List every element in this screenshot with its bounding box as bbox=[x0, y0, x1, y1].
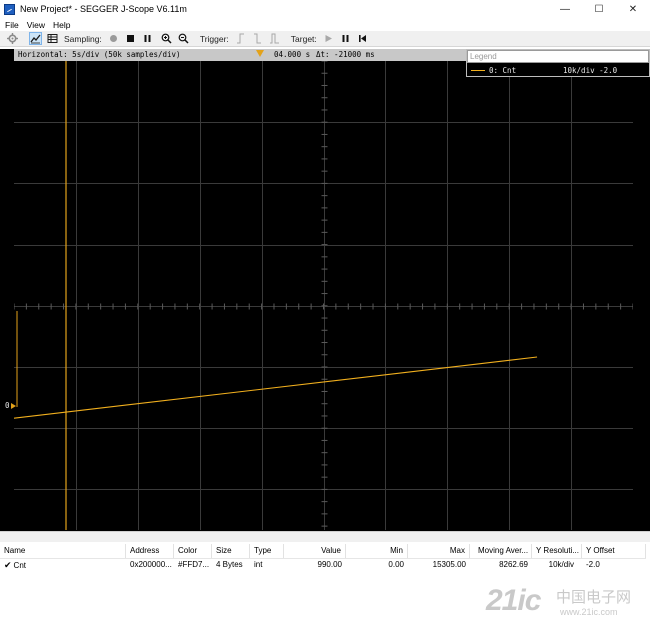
title-bar: New Project* - SEGGER J-Scope V6.11m — ☐… bbox=[0, 0, 650, 18]
target-run-icon[interactable] bbox=[322, 32, 335, 45]
header-address[interactable]: Address bbox=[126, 544, 174, 558]
legend-channel-name: 0: Cnt bbox=[489, 66, 517, 75]
channel-cnt-trace bbox=[14, 356, 538, 419]
row-name: Cnt bbox=[13, 561, 26, 570]
window-title: New Project* - SEGGER J-Scope V6.11m bbox=[20, 4, 187, 14]
table-header: Name Address Color Size Type Value Min M… bbox=[0, 544, 646, 558]
scope-grid bbox=[14, 61, 633, 530]
header-value[interactable]: Value bbox=[284, 544, 346, 558]
row-min: 0.00 bbox=[388, 560, 404, 569]
header-moving-average[interactable]: Moving Aver... bbox=[474, 544, 532, 558]
header-y-resolution[interactable]: Y Resoluti... bbox=[532, 544, 582, 558]
app-icon bbox=[4, 3, 15, 15]
watermark-logo: 21ic 中国电子网 www.21ic.com bbox=[486, 582, 646, 622]
row-type: int bbox=[254, 560, 263, 569]
cursor-time-label: 04.000 s bbox=[274, 50, 311, 59]
scope-header: Horizontal: 5s/div (50k samples/div) 04.… bbox=[14, 49, 466, 61]
row-y-offset[interactable]: -2.0 bbox=[582, 558, 646, 572]
settings-gear-icon[interactable] bbox=[6, 32, 19, 45]
menu-help[interactable]: Help bbox=[53, 20, 70, 30]
legend-panel: Legend 0: Cnt 10k/div -2.0 bbox=[466, 49, 650, 77]
y-zero-label: 0 bbox=[5, 401, 10, 410]
legend-filter-input[interactable]: Legend bbox=[467, 50, 649, 63]
horizontal-scale-label: Horizontal: 5s/div (50k samples/div) bbox=[18, 50, 181, 59]
trigger-position-marker-icon[interactable] bbox=[256, 50, 264, 57]
target-reset-icon[interactable] bbox=[356, 32, 369, 45]
minimize-button[interactable]: — bbox=[548, 0, 582, 18]
header-max[interactable]: Max bbox=[408, 544, 470, 558]
watermark-brand: 21ic bbox=[486, 584, 541, 617]
header-name[interactable]: Name bbox=[0, 544, 126, 558]
legend-channel-resolution: 10k/div -2.0 bbox=[563, 66, 618, 75]
watermark-url: www.21ic.com bbox=[560, 607, 618, 617]
target-pause-icon[interactable] bbox=[339, 32, 352, 45]
trigger-label: Trigger: bbox=[199, 33, 229, 44]
panel-splitter[interactable] bbox=[0, 531, 650, 542]
legend-color-swatch bbox=[471, 70, 485, 71]
row-max: 15305.00 bbox=[432, 560, 466, 569]
pause-sampling-icon[interactable] bbox=[141, 32, 154, 45]
y-axis-marker-layer bbox=[11, 311, 18, 409]
header-color[interactable]: Color bbox=[174, 544, 212, 558]
line-chart-view-icon[interactable] bbox=[29, 32, 42, 45]
header-size[interactable]: Size bbox=[212, 544, 250, 558]
maximize-button[interactable]: ☐ bbox=[582, 0, 616, 18]
row-size: 4 Bytes bbox=[216, 560, 243, 569]
scope-center-ticks bbox=[14, 60, 633, 527]
menu-file[interactable]: File bbox=[5, 20, 19, 30]
table-view-icon[interactable] bbox=[46, 32, 59, 45]
zoom-in-icon[interactable] bbox=[160, 32, 173, 45]
channel-enabled-check-icon[interactable]: ✔ bbox=[4, 560, 12, 570]
header-min[interactable]: Min bbox=[346, 544, 408, 558]
row-y-resolution[interactable]: 10k/div bbox=[532, 558, 578, 572]
legend-row-cnt[interactable]: 0: Cnt 10k/div -2.0 bbox=[467, 65, 649, 77]
header-type[interactable]: Type bbox=[250, 544, 284, 558]
stop-icon[interactable] bbox=[124, 32, 137, 45]
row-address: 0x200000... bbox=[130, 560, 172, 569]
sampling-label: Sampling: bbox=[64, 33, 102, 44]
toolbar: Sampling: Trigger: Target: bbox=[0, 31, 650, 47]
close-button[interactable]: ✕ bbox=[616, 0, 650, 18]
window-controls: — ☐ ✕ bbox=[548, 0, 650, 18]
trigger-any-edge-icon[interactable] bbox=[268, 32, 281, 45]
header-y-offset[interactable]: Y Offset bbox=[582, 544, 646, 558]
row-name-cell: ✔ Cnt bbox=[0, 558, 126, 572]
menu-view[interactable]: View bbox=[27, 20, 45, 30]
trigger-falling-edge-icon[interactable] bbox=[251, 32, 264, 45]
row-value: 990.00 bbox=[317, 560, 342, 569]
trigger-rising-edge-icon[interactable] bbox=[234, 32, 247, 45]
record-icon[interactable] bbox=[107, 32, 120, 45]
scope-plot[interactable] bbox=[14, 49, 633, 530]
table-row[interactable]: ✔ Cnt 0x200000... #FFD7... 4 Bytes int 99… bbox=[0, 558, 646, 572]
row-moving-average: 8262.69 bbox=[499, 560, 528, 569]
zoom-out-icon[interactable] bbox=[177, 32, 190, 45]
zero-marker-icon[interactable] bbox=[11, 403, 16, 409]
row-color[interactable]: #FFD7... bbox=[174, 558, 212, 572]
delta-time-label: Δt: -21000 ms bbox=[316, 50, 375, 59]
watermark-cn: 中国电子网 bbox=[556, 588, 632, 606]
menu-bar: File View Help bbox=[0, 18, 650, 31]
target-label: Target: bbox=[290, 33, 317, 44]
